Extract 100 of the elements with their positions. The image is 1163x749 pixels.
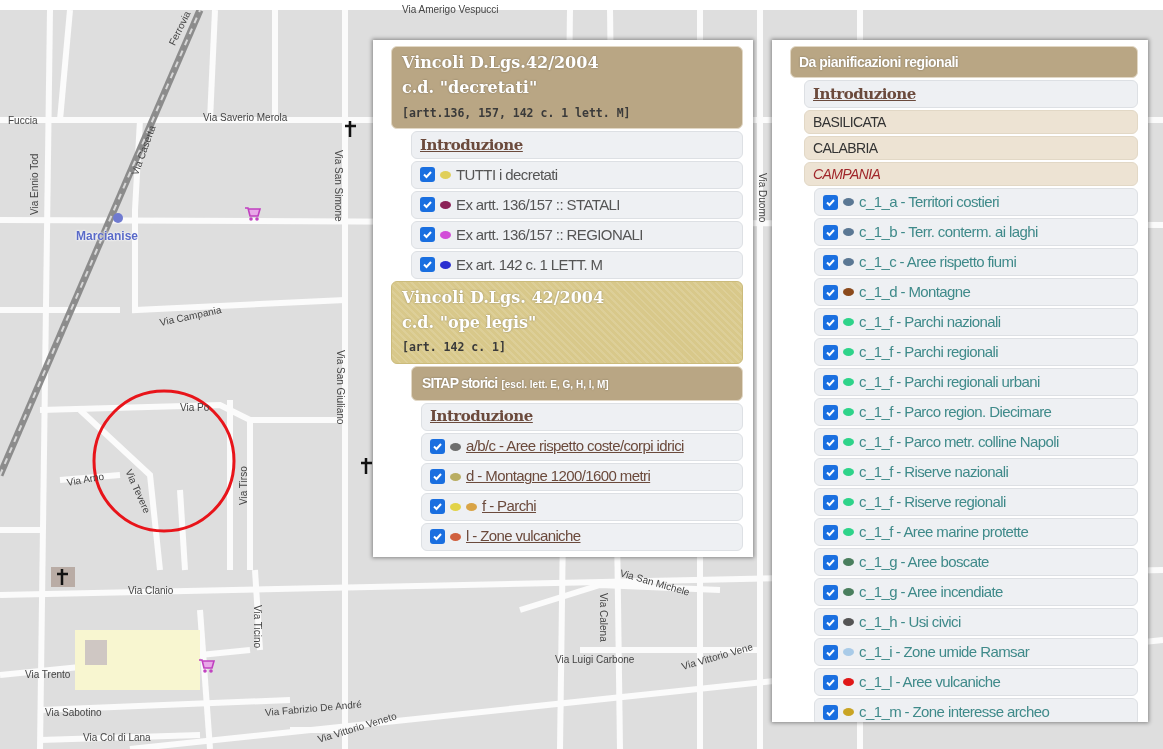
checkmark-icon: [422, 169, 433, 181]
layer-label: c_1_b - Terr. conterm. ai laghi: [859, 221, 1038, 242]
checkbox[interactable]: [823, 224, 838, 240]
street-label: Via San Michele: [618, 568, 691, 598]
church-icon: [343, 119, 358, 139]
layer-label: Ex artt. 136/157 :: STATALI: [456, 194, 620, 215]
checkbox[interactable]: [823, 584, 838, 600]
street-label: Via Sabotino: [45, 708, 102, 718]
church-icon: [359, 456, 374, 476]
layer-label: c_1_f - Parchi nazionali: [859, 311, 1001, 332]
layer-label: c_1_l - Aree vulcaniche: [859, 671, 1001, 692]
layer-label: c_1_a - Territori costieri: [859, 191, 999, 212]
region-item[interactable]: CAMPANIA: [804, 162, 1138, 187]
street-label: Via Campania: [158, 305, 223, 328]
group-title: Vincoli D.Lgs. 42/2004 c.d. "ope legis": [402, 286, 606, 334]
street-label: Via Luigi Carbone: [555, 655, 635, 665]
layer-label: Ex art. 142 c. 1 LETT. M: [456, 254, 603, 275]
layer-label: c_1_f - Parco metr. colline Napoli: [859, 431, 1059, 452]
checkbox[interactable]: [823, 344, 838, 360]
group-note: [art. 142 c. 1]: [402, 339, 507, 357]
street-label: Via San Giuliano: [335, 350, 345, 425]
street-label: Via Tirso: [239, 466, 249, 505]
shopping-cart-icon: [198, 659, 216, 673]
layer-label: c_1_d - Montagne: [859, 281, 971, 302]
street-label: Via Calena: [598, 593, 608, 642]
layer-label: c_1_g - Aree boscate: [859, 551, 989, 572]
layer-link[interactable]: a/b/c - Aree rispetto coste/corpi idrici: [466, 435, 684, 458]
group-header[interactable]: Vincoli D.Lgs. 42/2004 c.d. "ope legis" [art. 142 c. 1]: [391, 280, 743, 364]
street-label: Via Col di Lana: [83, 733, 151, 743]
layer-label: c_1_c - Aree rispetto fiumi: [859, 251, 1017, 272]
checkbox[interactable]: [430, 469, 445, 485]
checkbox[interactable]: [823, 374, 838, 390]
layer-label: c_1_g - Aree incendiate: [859, 581, 1003, 602]
layer-label: TUTTI i decretati: [456, 164, 558, 185]
checkbox[interactable]: [420, 227, 435, 243]
checkbox[interactable]: [823, 254, 838, 270]
subgroup-title: SITAP storici: [422, 373, 498, 393]
station-icon: [113, 213, 123, 223]
street-label: Via Tevere: [123, 467, 152, 515]
group-note: [artt.136, 157, 142 c. 1 lett. M]: [402, 104, 632, 122]
checkmark-icon: [422, 229, 433, 241]
checkbox[interactable]: [823, 194, 838, 210]
layer-label: c_1_f - Aree marine protette: [859, 521, 1029, 542]
checkmark-icon: [422, 259, 433, 271]
layer-link[interactable]: d - Montagne 1200/1600 metri: [466, 465, 651, 488]
group-title: Vincoli D.Lgs.42/2004 c.d. "decretati": [402, 52, 600, 99]
street-label: Via Vittorio Vene: [680, 641, 755, 672]
checkbox[interactable]: [823, 464, 838, 480]
intro-link[interactable]: Introduzione: [430, 405, 533, 428]
checkbox[interactable]: [823, 284, 838, 300]
checkbox[interactable]: [823, 614, 838, 630]
street-label: Via Trento: [25, 670, 71, 680]
layer-label: c_1_f - Parco region. Diecimare: [859, 401, 1052, 422]
checkmark-icon: [432, 471, 443, 483]
checkmark-icon: [432, 501, 443, 513]
checkbox[interactable]: [823, 524, 838, 540]
street-label: Via Amerigo Vespucci: [402, 5, 499, 15]
layer-label: Ex artt. 136/157 :: REGIONALI: [456, 224, 643, 245]
region-item[interactable]: CALABRIA: [804, 136, 1138, 161]
checkbox[interactable]: [420, 167, 435, 183]
building-shape: [85, 640, 107, 665]
street-label: Via Ennio Tod: [30, 153, 40, 215]
checkbox[interactable]: [823, 674, 838, 690]
street-label: Via Arno: [66, 471, 105, 488]
intro-link[interactable]: Introduzione: [813, 82, 916, 106]
checkbox[interactable]: [823, 644, 838, 660]
layer-label: c_1_m - Zone interesse archeo: [859, 701, 1050, 722]
checkbox[interactable]: [420, 197, 435, 213]
checkbox[interactable]: [430, 529, 445, 545]
street-label: Via Ticino: [252, 605, 262, 649]
checkmark-icon: [432, 441, 443, 453]
checkbox[interactable]: [823, 404, 838, 420]
group-title: Da pianificazioni regionali: [799, 53, 960, 72]
layer-link[interactable]: f - Parchi: [482, 495, 536, 518]
layer-label: c_1_f - Riserve nazionali: [859, 461, 1009, 482]
region-item[interactable]: BASILICATA: [804, 110, 1138, 135]
intro-link[interactable]: Introduzione: [420, 133, 523, 157]
street-label: Via Clanio: [128, 586, 174, 596]
street-label: Via Duomo: [757, 173, 767, 223]
church-icon: [51, 567, 75, 587]
checkbox[interactable]: [823, 704, 838, 720]
checkbox[interactable]: [823, 314, 838, 330]
checkbox[interactable]: [823, 434, 838, 450]
shopping-cart-icon: [244, 207, 262, 221]
street-label: Via San Simone: [333, 150, 343, 222]
checkmark-icon: [422, 199, 433, 211]
checkbox[interactable]: [823, 554, 838, 570]
checkmark-icon: [432, 531, 443, 543]
checkbox[interactable]: [420, 257, 435, 273]
checkbox[interactable]: [430, 439, 445, 455]
layer-link[interactable]: l - Zone vulcaniche: [466, 525, 581, 548]
group-header[interactable]: Vincoli D.Lgs.42/2004 c.d. "decretati" [artt.136, 157, 142 c. 1 lett. M]: [391, 46, 743, 129]
layer-label: c_1_f - Parchi regionali: [859, 341, 998, 362]
checkbox[interactable]: [430, 499, 445, 515]
layer-label: c_1_f - Riserve regionali: [859, 491, 1006, 512]
subgroup-note: [escl. lett. E, G, H, I, M]: [501, 377, 609, 392]
street-label: Via Po: [180, 403, 210, 413]
checkbox[interactable]: [823, 494, 838, 510]
layer-label: c_1_i - Zone umide Ramsar: [859, 641, 1030, 662]
street-label: Fuccia: [8, 116, 38, 126]
